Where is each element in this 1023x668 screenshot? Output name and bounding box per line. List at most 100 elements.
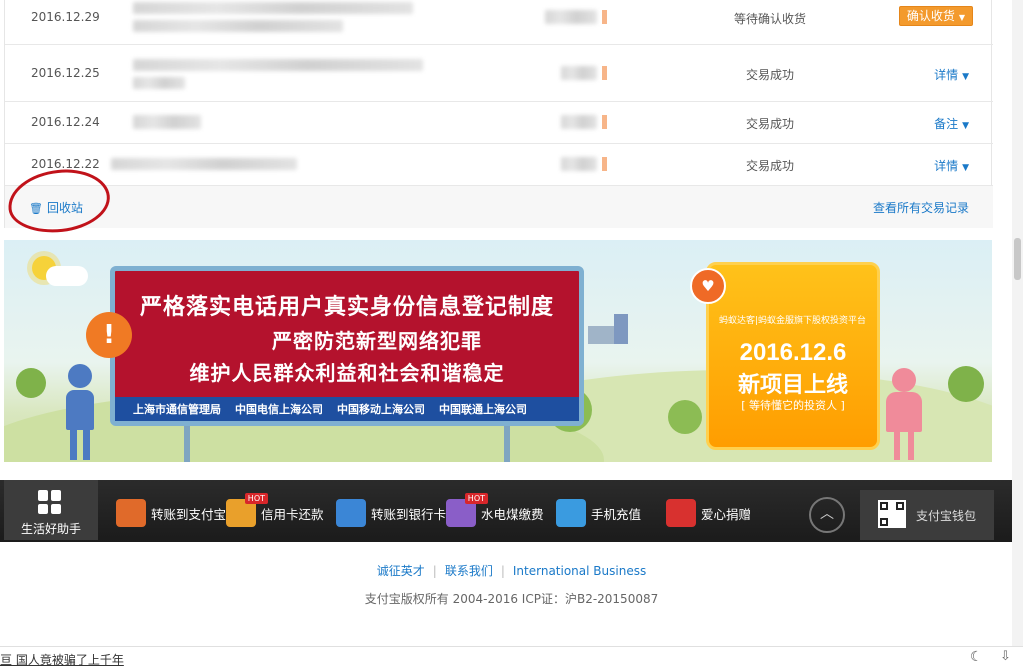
chevron-up-icon[interactable]: ︿: [809, 497, 845, 533]
promo-date: 2016.12.6: [739, 339, 847, 366]
toolbar-phone-recharge[interactable]: 手机充值: [556, 498, 641, 528]
transfer-alipay-icon: [116, 499, 146, 527]
footer-link-international[interactable]: International Business: [513, 564, 646, 578]
confirm-receipt-button[interactable]: 确认收货 ▼: [899, 6, 973, 26]
toolbar-transfer-alipay[interactable]: 转账到支付宝: [116, 498, 226, 528]
table-row: 2016.12.25 交易成功 详情 ▼: [5, 45, 993, 102]
view-all-transactions-link[interactable]: 查看所有交易记录: [873, 199, 969, 216]
confirm-receipt-label: 确认收货: [906, 9, 955, 23]
caret-down-icon: ▼: [962, 121, 969, 131]
blurred-item-name: [133, 59, 423, 71]
amount-tag: [602, 10, 607, 24]
toolbar-bank-transfer[interactable]: 转账到银行卡: [336, 498, 446, 528]
table-row: 2016.12.22 交易成功 详情 ▼: [5, 144, 993, 186]
moon-icon[interactable]: ☾: [970, 649, 983, 665]
blurred-item-name: [133, 20, 343, 32]
toolbar-item-label: 手机充值: [591, 506, 642, 522]
grid-icon: [38, 490, 62, 514]
sponsor-label: 中国联通上海公司: [439, 403, 527, 416]
billboard-line-1: 严格落实电话用户真实身份信息登记制度: [139, 294, 554, 320]
scrollbar[interactable]: [1012, 0, 1023, 646]
toolbar-item-label: 水电煤缴费: [481, 506, 544, 522]
sponsor-bar: 上海市通信管理局 中国电信上海公司 中国移动上海公司 中国联通上海公司: [115, 397, 579, 421]
recycle-bin-link[interactable]: 🗑 回收站: [29, 199, 83, 216]
life-assistant-button[interactable]: 生活好助手: [4, 480, 98, 540]
promo-card: 蚂蚁达客|蚂蚁金服旗下股权投资平台 2016.12.6 新项目上线 [ 等待懂它…: [706, 262, 880, 450]
alipay-wallet-button[interactable]: 支付宝钱包: [860, 490, 994, 540]
tree: [16, 368, 46, 398]
trash-icon: 🗑: [29, 202, 43, 215]
billboard-post: [504, 426, 510, 462]
amount-tag: [602, 157, 607, 171]
sponsor-label: 中国移动上海公司: [337, 403, 425, 416]
promo-title: 新项目上线: [737, 373, 848, 398]
caret-down-icon: ▼: [962, 72, 969, 82]
transaction-status: 交易成功: [745, 159, 794, 173]
heart-icon: ♥: [690, 268, 726, 304]
cloud-icon: [46, 266, 88, 286]
blurred-item-name: [133, 77, 185, 89]
transaction-status: 交易成功: [745, 68, 794, 82]
table-row: 2016.12.24 交易成功 备注 ▼: [5, 102, 993, 144]
notes-label: 备注: [934, 117, 959, 131]
download-icon[interactable]: ⇩: [1000, 649, 1011, 664]
toolbar-utility[interactable]: HOT 水电煤缴费: [446, 493, 544, 528]
billboard: 严格落实电话用户真实身份信息登记制度 严密防范新型网络犯罪 维护人民群众利益和社…: [110, 266, 584, 426]
sponsor-label: 中国电信上海公司: [235, 403, 323, 416]
toolbar-item-label: 转账到支付宝: [151, 506, 227, 522]
toolbar-item-label: 转账到银行卡: [371, 506, 447, 522]
person-figure: [60, 364, 100, 460]
exclamation-icon: !: [86, 312, 132, 358]
heart-icon: [666, 499, 696, 527]
details-link[interactable]: 详情 ▼: [934, 66, 969, 83]
caret-down-icon: ▼: [958, 13, 966, 22]
promo-banner[interactable]: 严格落实电话用户真实身份信息登记制度 严密防范新型网络犯罪 维护人民群众利益和社…: [4, 240, 992, 462]
transaction-list: 2016.12.29 等待确认收货 确认收货 ▼ 2016.12.25 交易成功 …: [4, 0, 993, 228]
footer-link-contact[interactable]: 联系我们: [445, 564, 493, 578]
details-label: 详情: [934, 159, 959, 173]
blurred-item-name: [133, 2, 413, 14]
wallet-label: 支付宝钱包: [916, 509, 977, 523]
copyright: 支付宝版权所有 2004-2016 ICP证：沪B2-20150087: [364, 592, 659, 606]
transaction-status: 交易成功: [745, 117, 794, 131]
footer-link-careers[interactable]: 诚征英才: [377, 564, 425, 578]
promo-subtitle: [ 等待懂它的投资人 ]: [741, 399, 845, 412]
billboard-line-2: 严密防范新型网络犯罪: [272, 329, 482, 353]
blurred-amount: [561, 115, 597, 129]
transaction-status: 等待确认收货: [733, 12, 806, 26]
bottom-toolbar: 生活好助手 转账到支付宝 HOT 信用卡还款 转账到银行卡 HOT 水电煤缴费 …: [0, 480, 1023, 542]
browser-statusbar: 亘 国人竟被骗了上千年 ☾ ⇩: [0, 646, 1023, 668]
billboard-line-3: 维护人民群众利益和社会和谐稳定: [189, 361, 505, 385]
building: [614, 314, 628, 344]
credit-card-icon: HOT: [226, 493, 268, 527]
toolbar-charity[interactable]: 爱心捐赠: [666, 498, 751, 528]
amount-tag: [602, 115, 607, 129]
amount-tag: [602, 66, 607, 80]
transaction-footer: 🗑 回收站 查看所有交易记录: [5, 186, 993, 228]
details-link[interactable]: 详情 ▼: [934, 157, 969, 174]
transaction-date: 2016.12.24: [31, 115, 100, 129]
toolbar-item-label: 信用卡还款: [261, 506, 324, 522]
details-label: 详情: [934, 68, 959, 82]
toolbar-credit-card[interactable]: HOT 信用卡还款: [226, 493, 324, 528]
notes-link[interactable]: 备注 ▼: [934, 115, 969, 132]
phone-icon: [556, 499, 586, 527]
footer-links: 诚征英才 | 联系我们 | International Business: [376, 564, 647, 578]
bank-card-icon: [336, 499, 366, 527]
transaction-date: 2016.12.25: [31, 66, 100, 80]
blurred-amount: [561, 66, 597, 80]
blurred-item-name: [133, 115, 201, 129]
transaction-date: 2016.12.29: [31, 10, 100, 24]
tree: [668, 400, 702, 434]
blurred-amount: [545, 10, 597, 24]
transaction-date: 2016.12.22: [31, 157, 100, 171]
news-ticker-link[interactable]: 亘 国人竟被骗了上千年: [0, 651, 124, 668]
recycle-bin-label: 回收站: [46, 201, 83, 215]
qr-code-icon: [878, 500, 906, 528]
scroll-thumb[interactable]: [1014, 238, 1021, 280]
blurred-amount: [561, 157, 597, 171]
promo-brand: 蚂蚁达客|蚂蚁金服旗下股权投资平台: [719, 316, 867, 326]
person-figure: [882, 368, 926, 460]
hot-badge: HOT: [244, 493, 268, 504]
sponsor-label: 上海市通信管理局: [133, 403, 221, 416]
